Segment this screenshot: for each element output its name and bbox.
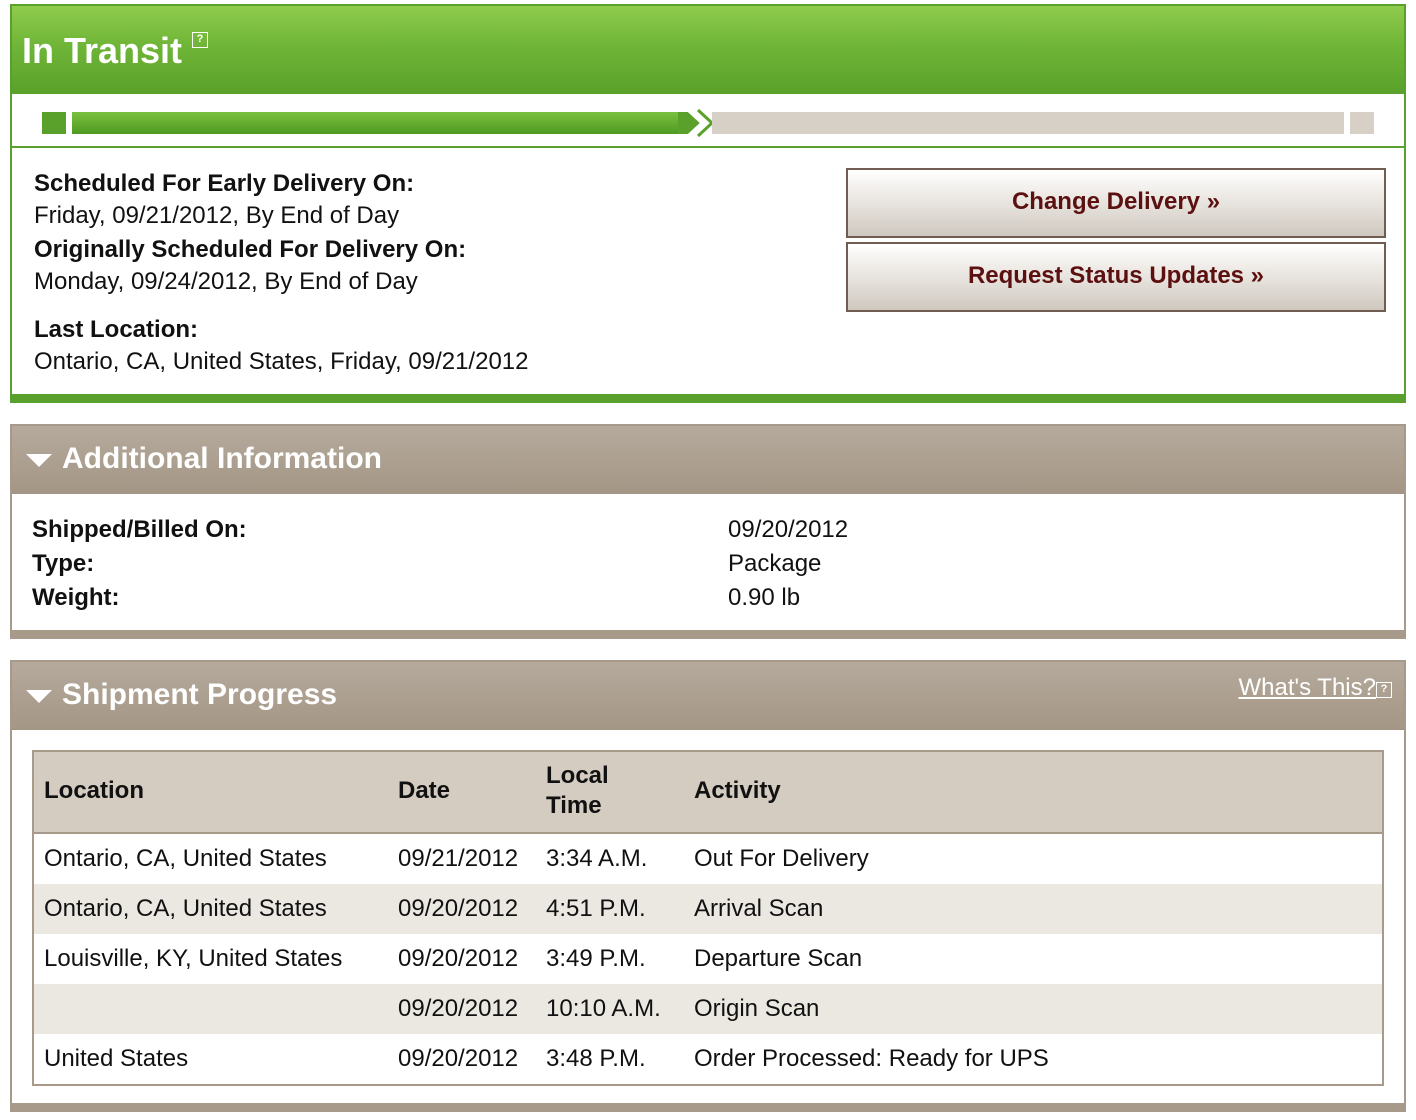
progress-remaining	[712, 112, 1344, 134]
additional-information-title[interactable]: Additional Information	[62, 442, 382, 476]
cell-date: 09/21/2012	[398, 845, 519, 872]
cell-time: 4:51 P.M.	[546, 895, 646, 922]
status-panel: In Transit? Scheduled For Early Delivery…	[10, 4, 1406, 403]
help-icon[interactable]: ?	[1376, 682, 1392, 698]
cell-location: United States	[44, 1045, 189, 1072]
progress-end-marker	[1350, 112, 1374, 134]
last-location-value: Ontario, CA, United States, Friday, 09/2…	[34, 348, 529, 375]
cell-time: 3:34 A.M.	[546, 845, 648, 872]
cell-date: 09/20/2012	[398, 1045, 519, 1072]
shipment-progress-table: Location Date Local Time Activity Ontari…	[32, 750, 1384, 1086]
collapse-triangle-icon[interactable]	[26, 454, 52, 467]
shipment-progress-title[interactable]: Shipment Progress	[62, 678, 337, 712]
request-status-updates-button[interactable]: Request Status Updates »	[846, 242, 1386, 312]
original-delivery-label: Originally Scheduled For Delivery On:	[34, 236, 467, 263]
column-header-location: Location	[44, 777, 144, 804]
column-header-date: Date	[398, 777, 451, 804]
collapse-triangle-icon[interactable]	[26, 690, 52, 703]
table-row: 09/20/2012 10:10 A.M. Origin Scan	[34, 984, 1382, 1034]
cell-activity: Out For Delivery	[694, 845, 869, 872]
cell-location: Louisville, KY, United States	[44, 945, 343, 972]
whats-this-link[interactable]: What's This?	[1238, 674, 1376, 702]
cell-location: Ontario, CA, United States	[44, 895, 327, 922]
progress-fill	[72, 112, 684, 134]
progress-chevron-icon	[678, 108, 714, 138]
status-title: In Transit?	[22, 30, 209, 72]
shipment-progress-panel: Shipment Progress What's This? ? Locatio…	[10, 660, 1406, 1112]
cell-activity: Arrival Scan	[694, 895, 824, 922]
table-header: Location Date Local Time Activity	[34, 752, 1382, 834]
status-header: In Transit?	[12, 6, 1404, 94]
cell-location: Ontario, CA, United States	[44, 845, 327, 872]
column-header-activity: Activity	[694, 777, 781, 804]
column-header-local-time: Local Time	[546, 762, 609, 819]
cell-time: 3:48 P.M.	[546, 1045, 646, 1072]
cell-activity: Origin Scan	[694, 995, 820, 1022]
weight-label: Weight:	[32, 584, 120, 611]
change-delivery-button[interactable]: Change Delivery »	[846, 168, 1386, 238]
cell-activity: Order Processed: Ready for UPS	[694, 1045, 1049, 1072]
type-value: Package	[728, 550, 822, 577]
table-row: United States 09/20/2012 3:48 P.M. Order…	[34, 1034, 1382, 1084]
shipment-progress-header[interactable]: Shipment Progress What's This? ?	[12, 662, 1404, 730]
table-row: Ontario, CA, United States 09/21/2012 3:…	[34, 834, 1382, 884]
cell-time: 10:10 A.M.	[546, 995, 661, 1022]
weight-value: 0.90 lb	[728, 584, 801, 611]
table-row: Louisville, KY, United States 09/20/2012…	[34, 934, 1382, 984]
early-delivery-value: Friday, 09/21/2012, By End of Day	[34, 202, 400, 229]
additional-information-panel: Additional Information Shipped/Billed On…	[10, 424, 1406, 639]
cell-activity: Departure Scan	[694, 945, 863, 972]
cell-date: 09/20/2012	[398, 995, 519, 1022]
additional-information-header[interactable]: Additional Information	[12, 426, 1404, 494]
table-row: Ontario, CA, United States 09/20/2012 4:…	[34, 884, 1382, 934]
last-location-label: Last Location:	[34, 316, 199, 343]
help-icon[interactable]: ?	[192, 32, 209, 48]
progress-start-marker	[42, 112, 66, 134]
delivery-progress-bar	[12, 94, 1404, 148]
status-title-text: In Transit	[22, 30, 183, 71]
early-delivery-label: Scheduled For Early Delivery On:	[34, 170, 415, 197]
cell-date: 09/20/2012	[398, 895, 519, 922]
cell-date: 09/20/2012	[398, 945, 519, 972]
original-delivery-value: Monday, 09/24/2012, By End of Day	[34, 268, 418, 295]
cell-time: 3:49 P.M.	[546, 945, 646, 972]
shipped-billed-value: 09/20/2012	[728, 516, 849, 543]
shipped-billed-label: Shipped/Billed On:	[32, 516, 247, 543]
type-label: Type:	[32, 550, 95, 577]
